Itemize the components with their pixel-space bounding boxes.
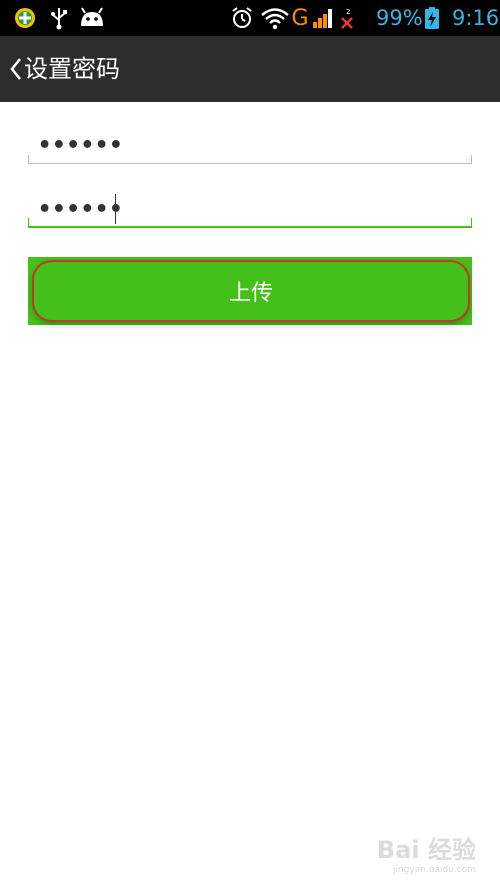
status-bar: G 2 99% 9:16 <box>0 0 500 36</box>
app-notification-icon <box>12 6 38 30</box>
wifi-icon <box>260 6 290 30</box>
sim2-no-signal-icon: 2 <box>338 6 358 30</box>
upload-button[interactable]: 上传 <box>32 260 470 322</box>
watermark-main: Bai 经验 <box>376 836 476 864</box>
svg-text:2: 2 <box>346 8 350 16</box>
page-title: 设置密码 <box>24 55 120 83</box>
battery-percent: 99% <box>376 6 423 30</box>
mobile-data-g-icon: G <box>291 5 309 31</box>
android-debug-icon <box>78 6 106 30</box>
password-underline <box>28 155 472 164</box>
usb-icon <box>48 6 70 30</box>
title-bar: 设置密码 <box>0 36 500 102</box>
baidu-watermark: Bai 经验 jingyan.baidu.com <box>377 830 476 875</box>
watermark-sub: jingyan.baidu.com <box>392 865 476 875</box>
upload-button-label: 上传 <box>228 281 273 306</box>
signal-icon <box>311 6 335 30</box>
upload-button-container: 上传 <box>28 257 472 325</box>
battery-charging-icon <box>424 6 440 30</box>
confirm-password-underline <box>28 218 472 228</box>
clock: 9:16 <box>452 6 500 30</box>
chevron-left-icon[interactable] <box>9 56 23 82</box>
alarm-icon <box>230 6 254 30</box>
confirm-password-field[interactable]: •••••• <box>28 192 472 228</box>
password-field[interactable]: •••••• <box>28 128 472 164</box>
